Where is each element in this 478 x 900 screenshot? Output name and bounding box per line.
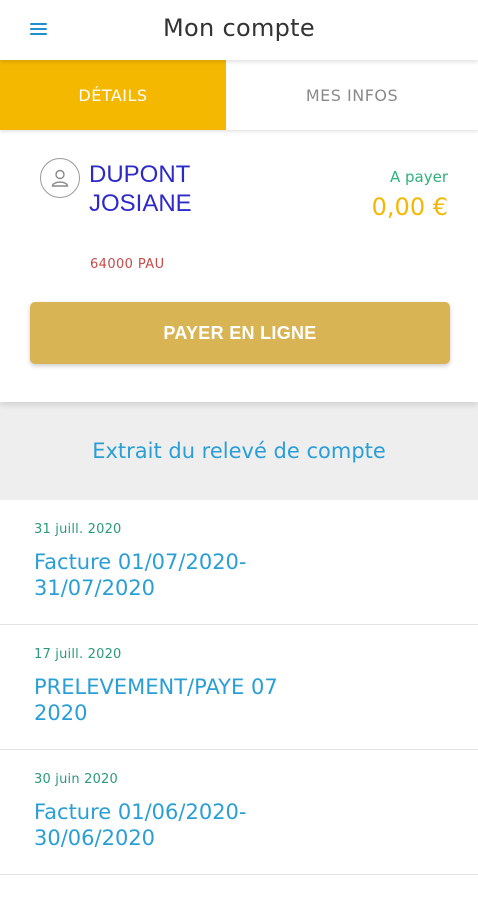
- customer-address: 64000 PAU: [90, 257, 165, 272]
- list-item[interactable]: 30 juin 2020 Facture 01/06/2020-30/06/20…: [0, 750, 478, 875]
- pay-online-button[interactable]: PAYER EN LIGNE: [30, 302, 450, 364]
- app-header: Mon compte: [0, 0, 478, 60]
- statement-list: 31 juill. 2020 Facture 01/07/2020-31/07/…: [0, 500, 478, 875]
- tab-bar: DÉTAILS MES INFOS: [0, 60, 478, 130]
- list-item[interactable]: 17 juill. 2020 PRELEVEMENT/PAYE 07 2020: [0, 625, 478, 750]
- entry-date: 30 juin 2020: [34, 772, 118, 787]
- amount-due-value: 0,00 €: [371, 193, 448, 221]
- customer-first-name: JOSIANE: [89, 190, 192, 217]
- tab-details[interactable]: DÉTAILS: [0, 60, 226, 130]
- amount-due-label: A payer: [389, 168, 448, 186]
- customer-name: DUPONT JOSIANE: [89, 160, 192, 218]
- account-card: DUPONT JOSIANE A payer 0,00 € 64000 PAU …: [0, 130, 478, 402]
- list-item[interactable]: 31 juill. 2020 Facture 01/07/2020-31/07/…: [0, 500, 478, 625]
- entry-label: Facture 01/06/2020-30/06/2020: [34, 800, 247, 850]
- customer-last-name: DUPONT: [89, 161, 191, 188]
- entry-date: 31 juill. 2020: [34, 522, 122, 537]
- entry-date: 17 juill. 2020: [34, 647, 122, 662]
- entry-label: PRELEVEMENT/PAYE 07 2020: [34, 675, 278, 725]
- statement-title: Extrait du relevé de compte: [92, 439, 386, 463]
- statement-section-header: Extrait du relevé de compte: [0, 402, 478, 500]
- page-title: Mon compte: [163, 14, 315, 42]
- user-icon: [40, 158, 80, 198]
- entry-label: Facture 01/07/2020-31/07/2020: [34, 550, 247, 600]
- tab-mes-infos[interactable]: MES INFOS: [226, 60, 478, 130]
